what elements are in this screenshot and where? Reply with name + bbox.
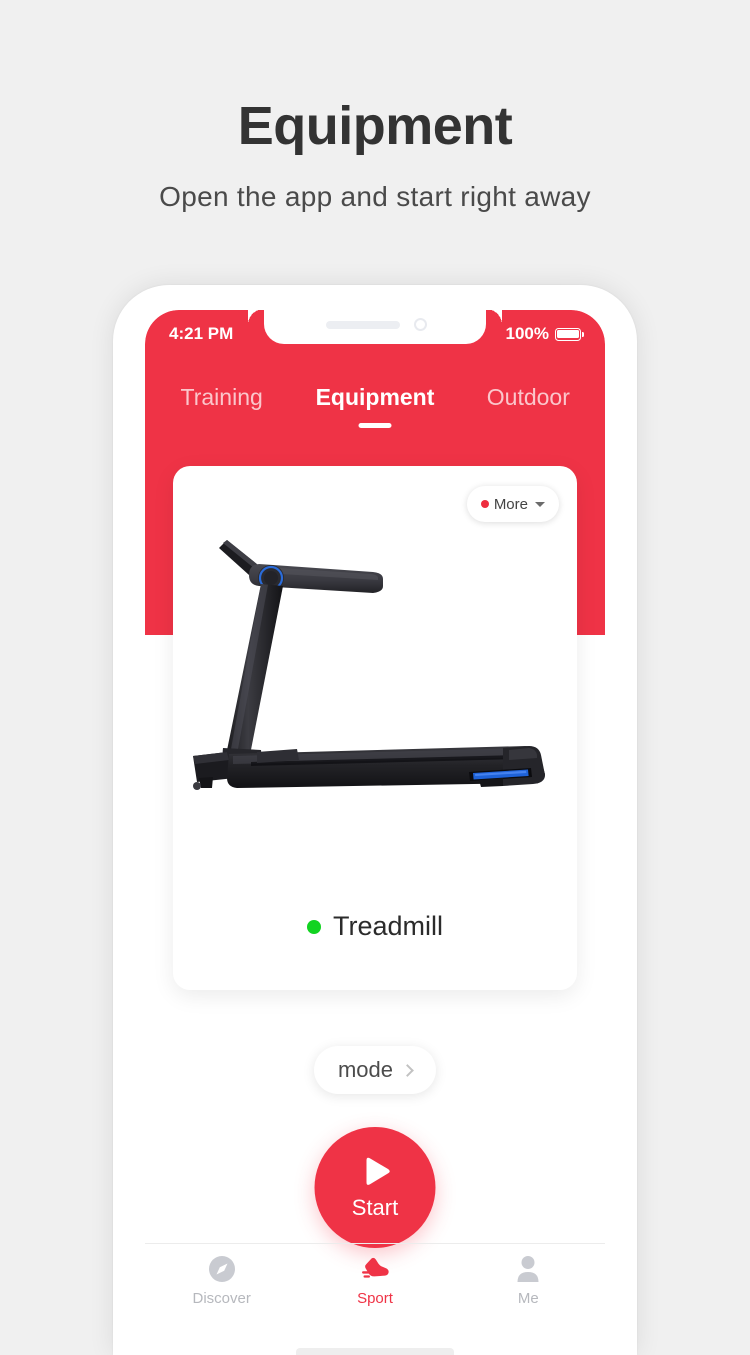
nav-label-discover: Discover	[192, 1290, 251, 1307]
status-time: 4:21 PM	[169, 324, 234, 343]
status-right-group: 100%	[505, 324, 585, 344]
chevron-down-icon	[535, 501, 545, 507]
device-card: More Treadmill	[173, 466, 577, 990]
phone-notch	[264, 310, 486, 344]
top-tab-bar: Training Equipment Outdoor	[145, 372, 605, 428]
notch-corner-left	[248, 310, 264, 325]
nav-item-discover[interactable]: Discover	[145, 1254, 298, 1307]
device-status-row: Treadmill	[173, 911, 577, 942]
notch-speaker-icon	[326, 321, 400, 329]
battery-percent-label: 100%	[505, 324, 549, 343]
bottom-nav-bar: Discover Sport Me	[145, 1243, 605, 1327]
play-triangle-icon	[366, 1157, 390, 1185]
battery-full-icon	[555, 327, 585, 341]
mode-button-label: mode	[337, 1057, 394, 1082]
person-icon	[517, 1256, 539, 1282]
tab-equipment[interactable]: Equipment	[298, 384, 451, 417]
running-shoe-icon	[361, 1257, 389, 1278]
start-button-label: Start	[351, 1194, 399, 1220]
nav-label-sport: Sport	[357, 1290, 393, 1307]
chevron-right-icon	[401, 1063, 414, 1077]
notch-camera-icon	[414, 318, 427, 331]
start-button[interactable]: Start	[314, 1127, 436, 1248]
home-indicator-bar	[296, 1348, 454, 1355]
more-button-label: More	[493, 495, 528, 513]
page-subtitle: Open the app and start right away	[159, 180, 591, 212]
device-name-label: Treadmill	[332, 911, 444, 941]
compass-icon	[208, 1256, 235, 1282]
more-status-dot-icon	[480, 500, 489, 508]
nav-label-me: Me	[517, 1290, 539, 1307]
promo-header: Equipment Open the app and start right a…	[0, 0, 750, 213]
device-status-dot-icon	[306, 919, 321, 934]
tab-outdoor[interactable]: Outdoor	[452, 384, 605, 417]
tab-training[interactable]: Training	[145, 384, 298, 417]
nav-item-sport[interactable]: Sport	[298, 1254, 451, 1307]
nav-item-me[interactable]: Me	[452, 1254, 605, 1307]
phone-mockup: 4:21 PM 100% Training Equipment Outdoor …	[113, 285, 637, 1355]
mode-button[interactable]: mode	[313, 1046, 437, 1094]
notch-corner-right	[486, 310, 502, 325]
treadmill-illustration	[173, 516, 577, 836]
page-title: Equipment	[237, 96, 513, 156]
phone-screen: 4:21 PM 100% Training Equipment Outdoor …	[145, 310, 605, 1355]
